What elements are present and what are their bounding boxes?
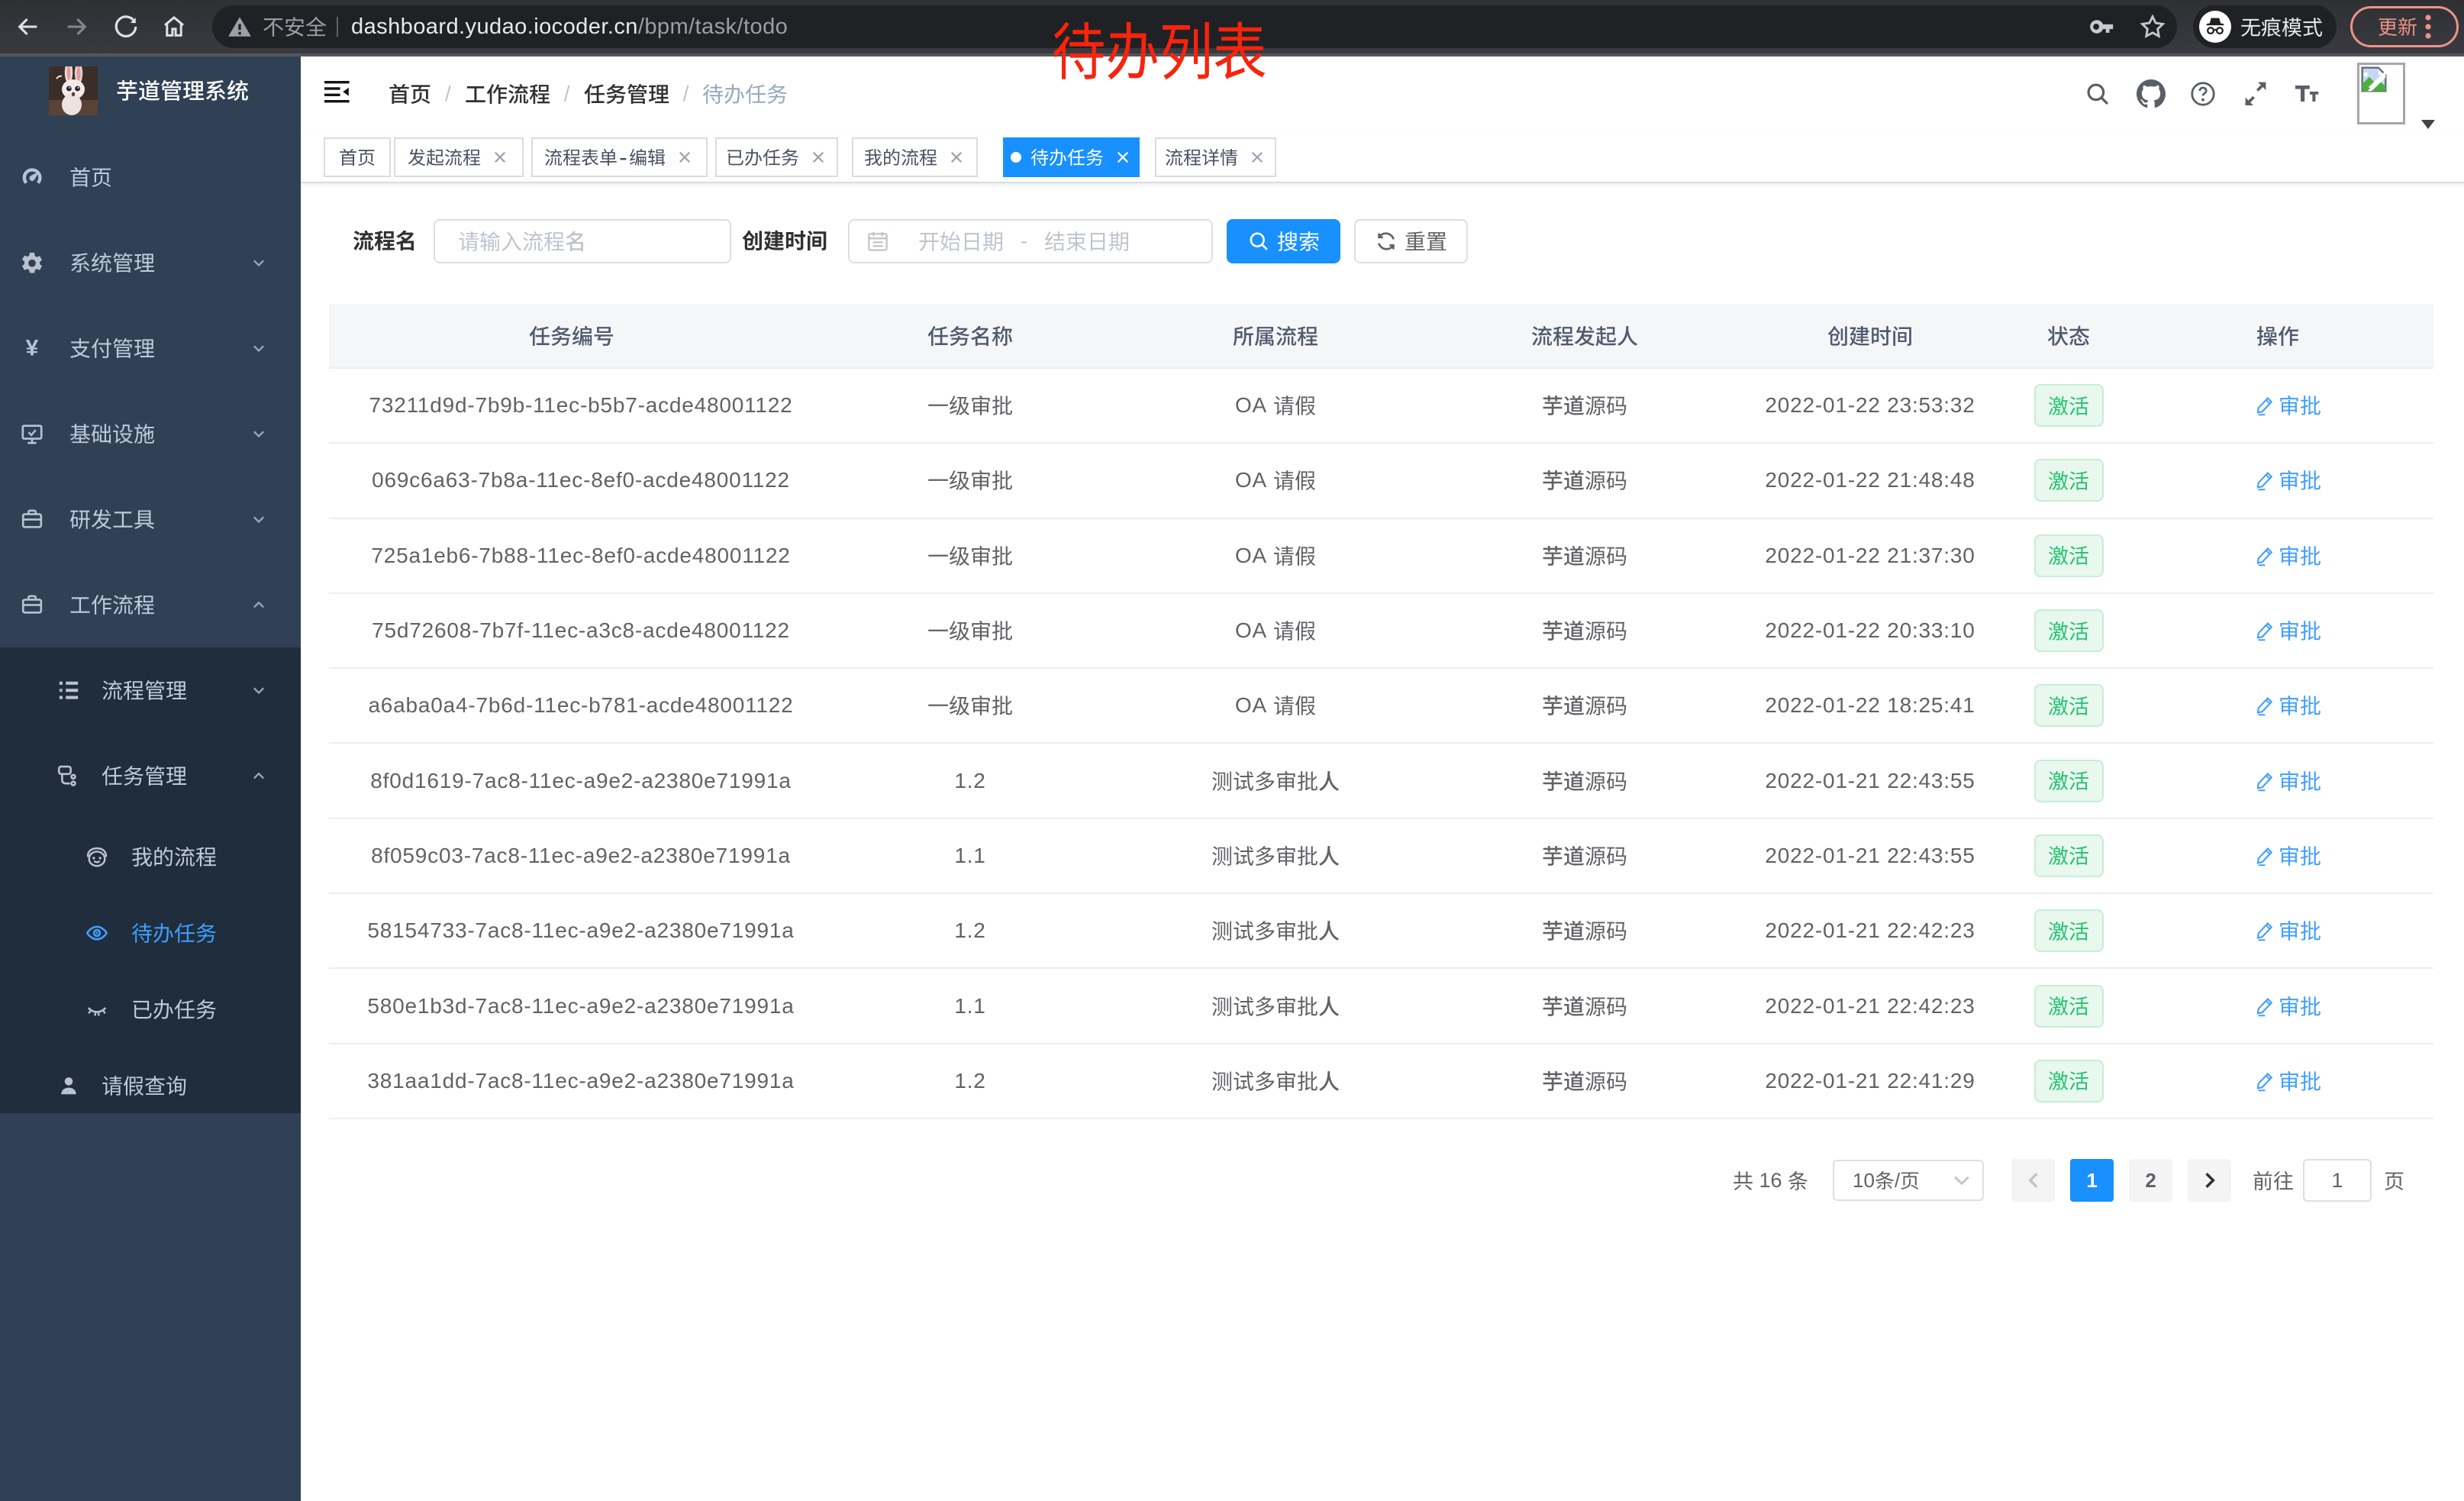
svg-text:¥: ¥ (26, 336, 39, 360)
